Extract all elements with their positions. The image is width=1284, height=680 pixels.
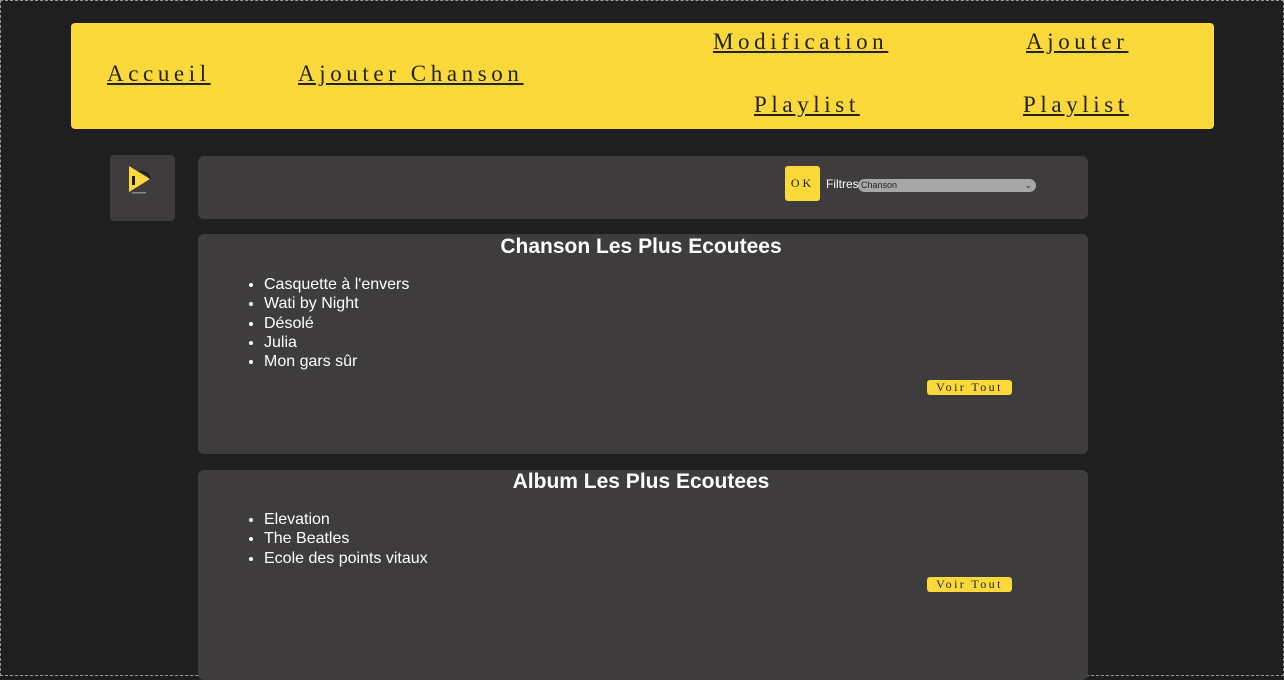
top-songs-panel: Chanson Les Plus Ecoutees Casquette à l'… bbox=[198, 234, 1088, 454]
voir-tout-albums-button[interactable]: Voir Tout bbox=[927, 577, 1012, 592]
top-albums-panel: Album Les Plus Ecoutees Elevation The Be… bbox=[198, 470, 1088, 680]
list-item: Julia bbox=[264, 333, 409, 352]
filter-select-value: Chanson bbox=[861, 180, 898, 190]
top-nav: Accueil Ajouter Chanson Modification Pla… bbox=[71, 23, 1214, 129]
nav-modification-playlist-line2[interactable]: Playlist bbox=[754, 92, 860, 118]
top-songs-list: Casquette à l'envers Wati by Night Désol… bbox=[198, 275, 409, 371]
filter-label: Filtres bbox=[826, 177, 859, 191]
top-albums-list: Elevation The Beatles Ecole des points v… bbox=[198, 510, 428, 568]
nav-ajouter-playlist[interactable]: Ajouter bbox=[1026, 29, 1128, 55]
nav-accueil[interactable]: Accueil bbox=[107, 61, 211, 87]
list-item: Elevation bbox=[264, 510, 428, 529]
play-logo-icon bbox=[129, 166, 152, 194]
list-item: Ecole des points vitaux bbox=[264, 549, 428, 568]
voir-tout-songs-button[interactable]: Voir Tout bbox=[927, 380, 1012, 395]
list-item: Wati by Night bbox=[264, 294, 409, 313]
filter-select[interactable]: Chanson ⌄ bbox=[858, 179, 1036, 192]
logo[interactable] bbox=[110, 155, 175, 221]
top-songs-title: Chanson Les Plus Ecoutees bbox=[500, 235, 782, 258]
top-albums-title: Album Les Plus Ecoutees bbox=[512, 470, 770, 493]
list-item: The Beatles bbox=[264, 529, 428, 548]
chevron-down-icon: ⌄ bbox=[1024, 180, 1032, 190]
nav-ajouter-chanson[interactable]: Ajouter Chanson bbox=[298, 61, 524, 87]
list-item: Casquette à l'envers bbox=[264, 275, 409, 294]
filter-bar: OK Filtres Chanson ⌄ bbox=[198, 156, 1088, 219]
nav-modification-playlist[interactable]: Modification bbox=[713, 29, 888, 55]
list-item: Désolé bbox=[264, 314, 409, 333]
list-item: Mon gars sûr bbox=[264, 352, 409, 371]
ok-button[interactable]: OK bbox=[785, 166, 820, 201]
nav-ajouter-playlist-line2[interactable]: Playlist bbox=[1023, 92, 1129, 118]
